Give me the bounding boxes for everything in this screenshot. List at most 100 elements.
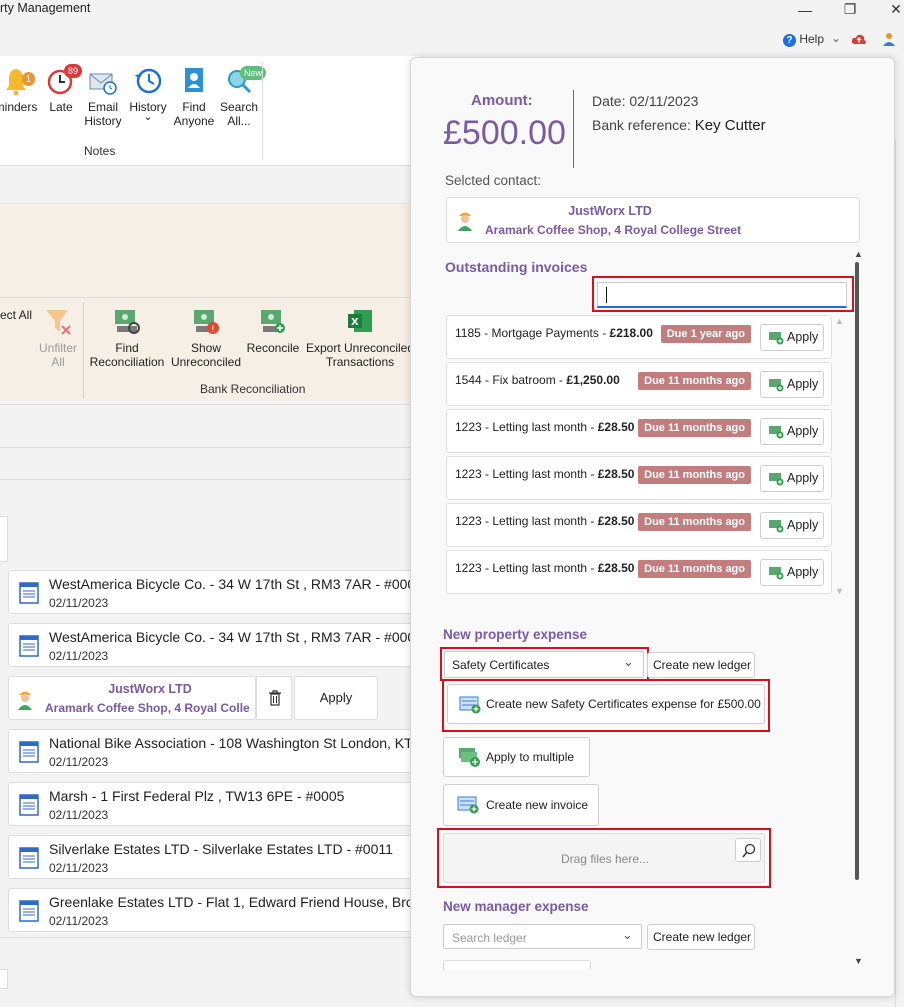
apply-invoice-button[interactable]: Apply [760,371,824,398]
export-unreconciled-button[interactable]: X Export Unreconciled Transactions [302,306,418,369]
invoice-row: 1223 - Letting last month - £28.50 Due 1… [446,409,832,453]
file-drop-zone[interactable]: Drag files here... [443,833,765,883]
transaction-date: 02/11/2023 [49,808,109,822]
due-badge: Due 11 months ago [638,513,751,531]
worker-avatar-icon [18,691,32,710]
transaction-title: National Bike Association - 108 Washingt… [49,735,413,751]
transaction-row[interactable]: WestAmerica Bicycle Co. - 34 W 17th St ,… [8,623,428,667]
invoice-amount: £28.50 [597,467,635,481]
document-icon [19,741,39,763]
invoice-row: 1185 - Mortgage Payments - £218.00 Due 1… [446,315,832,359]
create-expense-icon [459,696,481,714]
email-history-label: Email History [84,100,122,128]
email-clock-icon [89,73,117,95]
notes-group-label: Notes [84,144,116,158]
money-add-icon [769,567,784,580]
document-icon [19,900,39,922]
ribbon-notes: 1 minders 89 Late Email History History … [0,56,420,166]
panel-scrollbar-thumb[interactable] [855,262,859,880]
create-new-invoice-button[interactable]: Create new invoice [443,784,599,826]
apply-invoice-button[interactable]: Apply [760,418,824,445]
funnel-clear-icon [46,310,71,335]
header-strip [0,450,420,480]
late-button[interactable]: 89 Late [44,64,83,114]
transaction-row[interactable]: WestAmerica Bicycle Co. - 34 W 17th St ,… [8,570,428,614]
selected-contact-card[interactable]: JustWorx LTD Aramark Coffee Shop, 4 Roya… [446,197,860,243]
list-header-cell [0,516,8,562]
browse-files-button[interactable] [735,838,761,862]
transaction-title: WestAmerica Bicycle Co. - 34 W 17th St ,… [49,576,423,592]
scroll-down-icon[interactable]: ▼ [835,586,844,596]
bank-reference-value: Key Cutter [694,117,766,134]
apply-invoice-button[interactable]: Apply [760,465,824,492]
reconcile-button[interactable]: Reconcile [244,306,302,355]
new-property-expense-title: New property expense [443,627,588,642]
bank-reference-line: Bank reference: Key Cutter [592,117,766,134]
close-button[interactable]: ✕ [881,1,904,18]
find-money-icon [115,310,140,334]
ledger-select[interactable]: Safety Certificates ⌄ [444,651,644,678]
show-unreconciled-button[interactable]: ! Show Unreconciled [168,306,244,369]
selected-contact-label: Selcted contact: [445,173,542,188]
contact-name: JustWorx LTD [568,204,652,218]
transaction-row[interactable]: National Bike Association - 108 Washingt… [8,729,428,773]
scroll-up-icon[interactable]: ▲ [835,316,844,326]
cloud-upload-icon[interactable] [851,33,867,45]
toolbar-strip [0,166,420,204]
selected-contact-cell[interactable]: JustWorx LTD Aramark Coffee Shop, 4 Roya… [8,676,256,720]
user-icon[interactable] [882,32,896,46]
find-anyone-label: Find Anyone [173,100,215,128]
apply-invoice-button[interactable]: Apply [760,512,824,539]
help-button[interactable]: ? Help [783,32,824,47]
select-all-button[interactable]: ect All [0,308,32,322]
panel-scroll-down-icon[interactable]: ▼ [854,956,863,966]
unfilter-all-button[interactable]: Unfilter All [34,306,82,369]
create-expense-button[interactable]: Create new Safety Certificates expense f… [447,684,765,724]
footer-cell [0,969,8,989]
transaction-row[interactable]: Silverlake Estates LTD - Silverlake Esta… [8,835,428,879]
delete-button[interactable] [256,676,292,720]
document-icon [19,635,39,657]
date-line: Date: 02/11/2023 [592,93,699,109]
apply-invoice-button[interactable]: Apply [760,559,824,586]
apply-button[interactable]: Apply [294,676,378,720]
transaction-row[interactable]: Marsh - 1 First Federal Plz , TW13 6PE -… [8,782,428,826]
restore-button[interactable]: ❐ [835,1,865,18]
transaction-date: 02/11/2023 [49,914,109,928]
outstanding-invoices-title: Outstanding invoices [445,259,588,275]
minimize-button[interactable]: — [790,2,820,18]
chevron-down-icon: ⌄ [622,927,633,942]
find-anyone-button[interactable]: Find Anyone [172,66,216,128]
panel-scroll-up-icon[interactable]: ▲ [854,249,863,259]
transaction-row[interactable]: Greenlake Estates LTD - Flat 1, Edward F… [8,888,428,932]
invoice-amount: £1,250.00 [566,373,620,387]
amount-value: £500.00 [443,114,566,152]
create-new-ledger-button-2[interactable]: Create new ledger [647,924,755,950]
reminders-button[interactable]: 1 minders [0,66,40,114]
money-add-icon [769,520,784,533]
email-history-button[interactable]: Email History [80,66,126,128]
excel-icon: X [348,310,372,332]
apply-invoice-button[interactable]: Apply [760,324,824,351]
create-new-ledger-button[interactable]: Create new ledger [647,652,755,678]
reminders-label: minders [0,100,38,114]
due-badge: Due 11 months ago [638,560,751,578]
chevron-down-icon[interactable]: ⌄ [831,31,841,45]
search-ledger-select[interactable]: Search ledger ⌄ [443,924,642,949]
find-reconciliation-button[interactable]: Find Reconciliation [86,306,168,369]
create-invoice-icon [457,796,479,814]
invoice-row: 1544 - Fix batroom - £1,250.00 Due 11 mo… [446,362,832,406]
invoice-search-input[interactable] [597,282,847,308]
invoice-amount: £28.50 [597,514,635,528]
text-cursor [606,287,607,303]
new-manager-expense-title: New manager expense [443,899,589,914]
search-all-button[interactable]: New Search All... [216,66,267,128]
amount-label: Amount: [471,92,533,109]
title-bar: rty Management — ❐ ✕ [0,0,904,30]
money-warning-icon: ! [194,310,219,335]
history-button[interactable]: History ⌄ [126,66,170,124]
due-badge: Due 11 months ago [638,466,751,484]
partial-button[interactable] [443,960,591,970]
apply-to-multiple-button[interactable]: Apply to multiple [443,737,590,777]
search-icon [742,843,756,858]
